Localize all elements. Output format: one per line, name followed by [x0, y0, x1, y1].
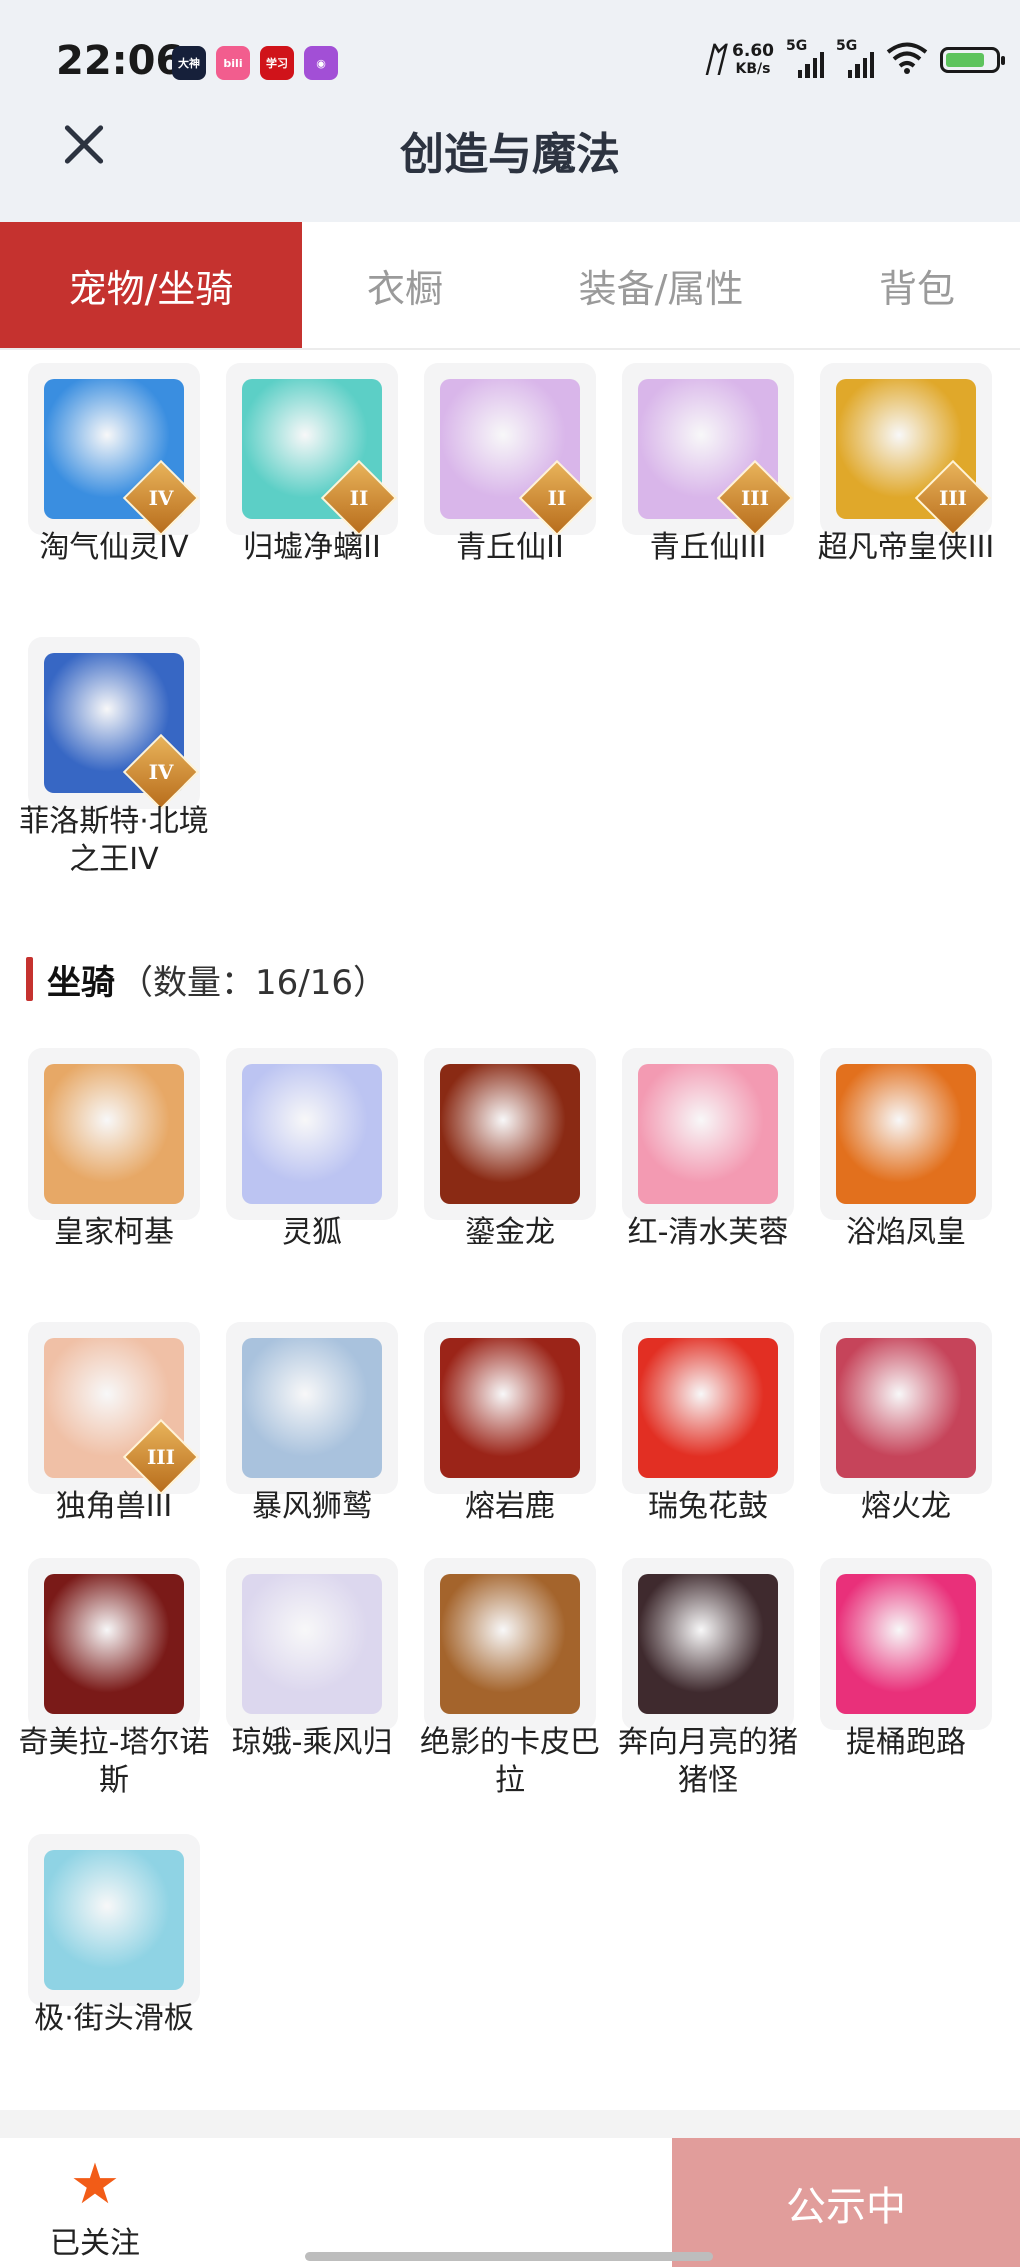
item-tile[interactable]: IV — [28, 363, 200, 535]
tab-pets-mounts[interactable]: 宠物/坐骑 — [0, 222, 302, 348]
item-name: 鎏金龙 — [465, 1215, 555, 1250]
item-tile[interactable]: III — [28, 1322, 200, 1494]
tab-equipment[interactable]: 装备/属性 — [508, 222, 814, 348]
status-time: 22:06 — [56, 38, 184, 84]
item-tile[interactable]: IV — [28, 637, 200, 809]
bilibili-app-icon: bili — [216, 46, 250, 80]
home-indicator[interactable] — [305, 2252, 713, 2261]
item-tile[interactable] — [28, 1834, 200, 2006]
item-name: 奇美拉-塔尔诺斯 — [18, 1725, 210, 1798]
item-name: 青丘仙II — [456, 530, 564, 565]
item-tile[interactable] — [424, 1558, 596, 1730]
item-tile[interactable] — [820, 1558, 992, 1730]
item-name: 暴风狮鹫 — [252, 1489, 372, 1524]
item-tile[interactable]: II — [424, 363, 596, 535]
item-tile[interactable] — [622, 1558, 794, 1730]
battery-icon — [940, 47, 1005, 73]
item-tile[interactable] — [226, 1322, 398, 1494]
item-name: 浴焰凤皇 — [846, 1215, 966, 1250]
item-tile[interactable] — [28, 1558, 200, 1730]
star-icon: ★ — [69, 2152, 121, 2217]
chimera-icon — [44, 1574, 184, 1714]
corgi-icon — [44, 1064, 184, 1204]
item-name: 超凡帝皇侠III — [817, 530, 995, 565]
skateboard-icon — [44, 1850, 184, 1990]
spirit-fox-icon — [242, 1064, 382, 1204]
moon-lady-icon — [242, 1574, 382, 1714]
item-name: 熔岩鹿 — [465, 1489, 555, 1524]
item-tile[interactable]: III — [820, 363, 992, 535]
section-header-mounts: 坐骑 （数量：16/16） — [26, 955, 387, 1003]
section-title: 坐骑 — [47, 962, 115, 1003]
follow-button[interactable]: ★ 已关注 — [40, 2156, 150, 2262]
item-name: 奔向月亮的猪猪怪 — [618, 1725, 798, 1798]
item-name: 菲洛斯特·北境之王IV — [19, 804, 209, 877]
section-count: （数量：16/16） — [119, 962, 387, 1003]
fire-dragon-icon — [836, 1338, 976, 1478]
page-title: 创造与魔法 — [400, 129, 620, 180]
item-name: 极·街头滑板 — [34, 2001, 194, 2036]
item-tile[interactable]: II — [226, 363, 398, 535]
item-tile[interactable] — [226, 1558, 398, 1730]
item-tile[interactable]: III — [622, 363, 794, 535]
item-name: 皇家柯基 — [54, 1215, 174, 1250]
section-accent-bar — [26, 957, 33, 1001]
gold-dragon-icon — [440, 1064, 580, 1204]
podcast-app-icon: ◉ — [304, 46, 338, 80]
xuexi-app-icon: 学习 — [260, 46, 294, 80]
network-speed: 6.60 KB/s — [732, 41, 774, 77]
rabbit-drum-icon — [638, 1338, 778, 1478]
dashen-app-icon: 大神 — [172, 46, 206, 80]
item-tile[interactable] — [622, 1322, 794, 1494]
status-indicators: ᛖ 6.60 KB/s 5G 5G — [703, 38, 1005, 80]
item-tile[interactable] — [622, 1048, 794, 1220]
bottom-bar: ★ 已关注 公示中 — [0, 2138, 1020, 2267]
network-speed-icon: ᛖ — [703, 40, 725, 80]
item-name: 灵狐 — [282, 1215, 342, 1250]
item-tile[interactable] — [820, 1322, 992, 1494]
signal-icon: 5G — [786, 38, 824, 78]
griffin-icon — [242, 1338, 382, 1478]
lava-deer-icon — [440, 1338, 580, 1478]
follow-label: 已关注 — [50, 2226, 140, 2261]
item-tile[interactable] — [820, 1048, 992, 1220]
signal-icon: 5G — [836, 38, 874, 78]
item-name: 瑞兔花鼓 — [648, 1489, 768, 1524]
item-name: 琼娥-乘风归 — [231, 1725, 393, 1760]
notification-icons: 大神 bili 学习 ◉ — [172, 46, 338, 80]
item-name: 红-清水芙蓉 — [627, 1215, 789, 1250]
top-bar: 22:06 大神 bili 学习 ◉ ᛖ 6.60 KB/s 5G 5G 创造与魔法 — [0, 0, 1020, 222]
item-name: 提桶跑路 — [846, 1725, 966, 1760]
phoenix-icon — [836, 1064, 976, 1204]
item-name: 淘气仙灵IV — [39, 530, 189, 565]
item-name: 熔火龙 — [861, 1489, 951, 1524]
tab-wardrobe[interactable]: 衣橱 — [302, 222, 508, 348]
item-tile[interactable] — [424, 1048, 596, 1220]
wifi-icon — [886, 41, 928, 79]
item-name: 青丘仙III — [649, 530, 767, 565]
item-tile[interactable] — [424, 1322, 596, 1494]
divider — [0, 2110, 1020, 2138]
publish-status-button[interactable]: 公示中 — [672, 2138, 1020, 2267]
item-name: 绝影的卡皮巴拉 — [420, 1725, 600, 1798]
item-tile[interactable] — [226, 1048, 398, 1220]
item-tile[interactable] — [28, 1048, 200, 1220]
tab-bar: 宠物/坐骑 衣橱 装备/属性 背包 — [0, 222, 1020, 350]
lotus-icon — [638, 1064, 778, 1204]
pig-monster-icon — [638, 1574, 778, 1714]
bucket-icon — [836, 1574, 976, 1714]
item-name: 独角兽III — [55, 1489, 173, 1524]
item-name: 归墟净螭II — [243, 530, 381, 565]
capybara-icon — [440, 1574, 580, 1714]
tab-backpack[interactable]: 背包 — [814, 222, 1020, 348]
